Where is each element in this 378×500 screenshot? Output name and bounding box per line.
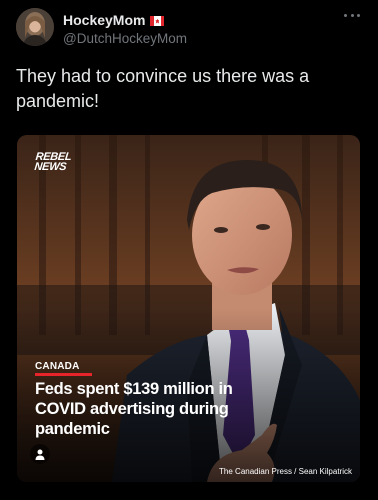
author-name-row: HockeyMom xyxy=(63,12,187,28)
category-label: CANADA xyxy=(35,361,80,372)
display-name[interactable]: HockeyMom xyxy=(63,12,145,28)
avatar[interactable] xyxy=(16,8,54,46)
tweet-text: They had to convince us there was a pand… xyxy=(16,66,310,111)
author-info: HockeyMom @DutchHockeyMom xyxy=(63,12,187,47)
user-handle[interactable]: @DutchHockeyMom xyxy=(63,31,187,47)
logo-line-2: NEWS xyxy=(33,161,67,173)
photo-credit: The Canadian Press / Sean Kilpatrick xyxy=(219,467,352,476)
category-underline xyxy=(35,373,92,376)
more-options-icon[interactable] xyxy=(344,12,360,18)
rebel-news-logo: REBEL NEWS xyxy=(33,151,72,173)
tweet-media-image[interactable]: REBEL NEWS CANADA Feds spent $139 millio… xyxy=(17,135,360,482)
person-tag-icon[interactable] xyxy=(30,444,50,464)
canada-flag-icon xyxy=(150,16,165,26)
avatar-image xyxy=(16,8,54,46)
person-glyph xyxy=(35,449,45,460)
tweet: HockeyMom @DutchHockeyMom They had to co… xyxy=(0,0,378,500)
headline: Feds spent $139 million in COVID adverti… xyxy=(35,380,233,438)
